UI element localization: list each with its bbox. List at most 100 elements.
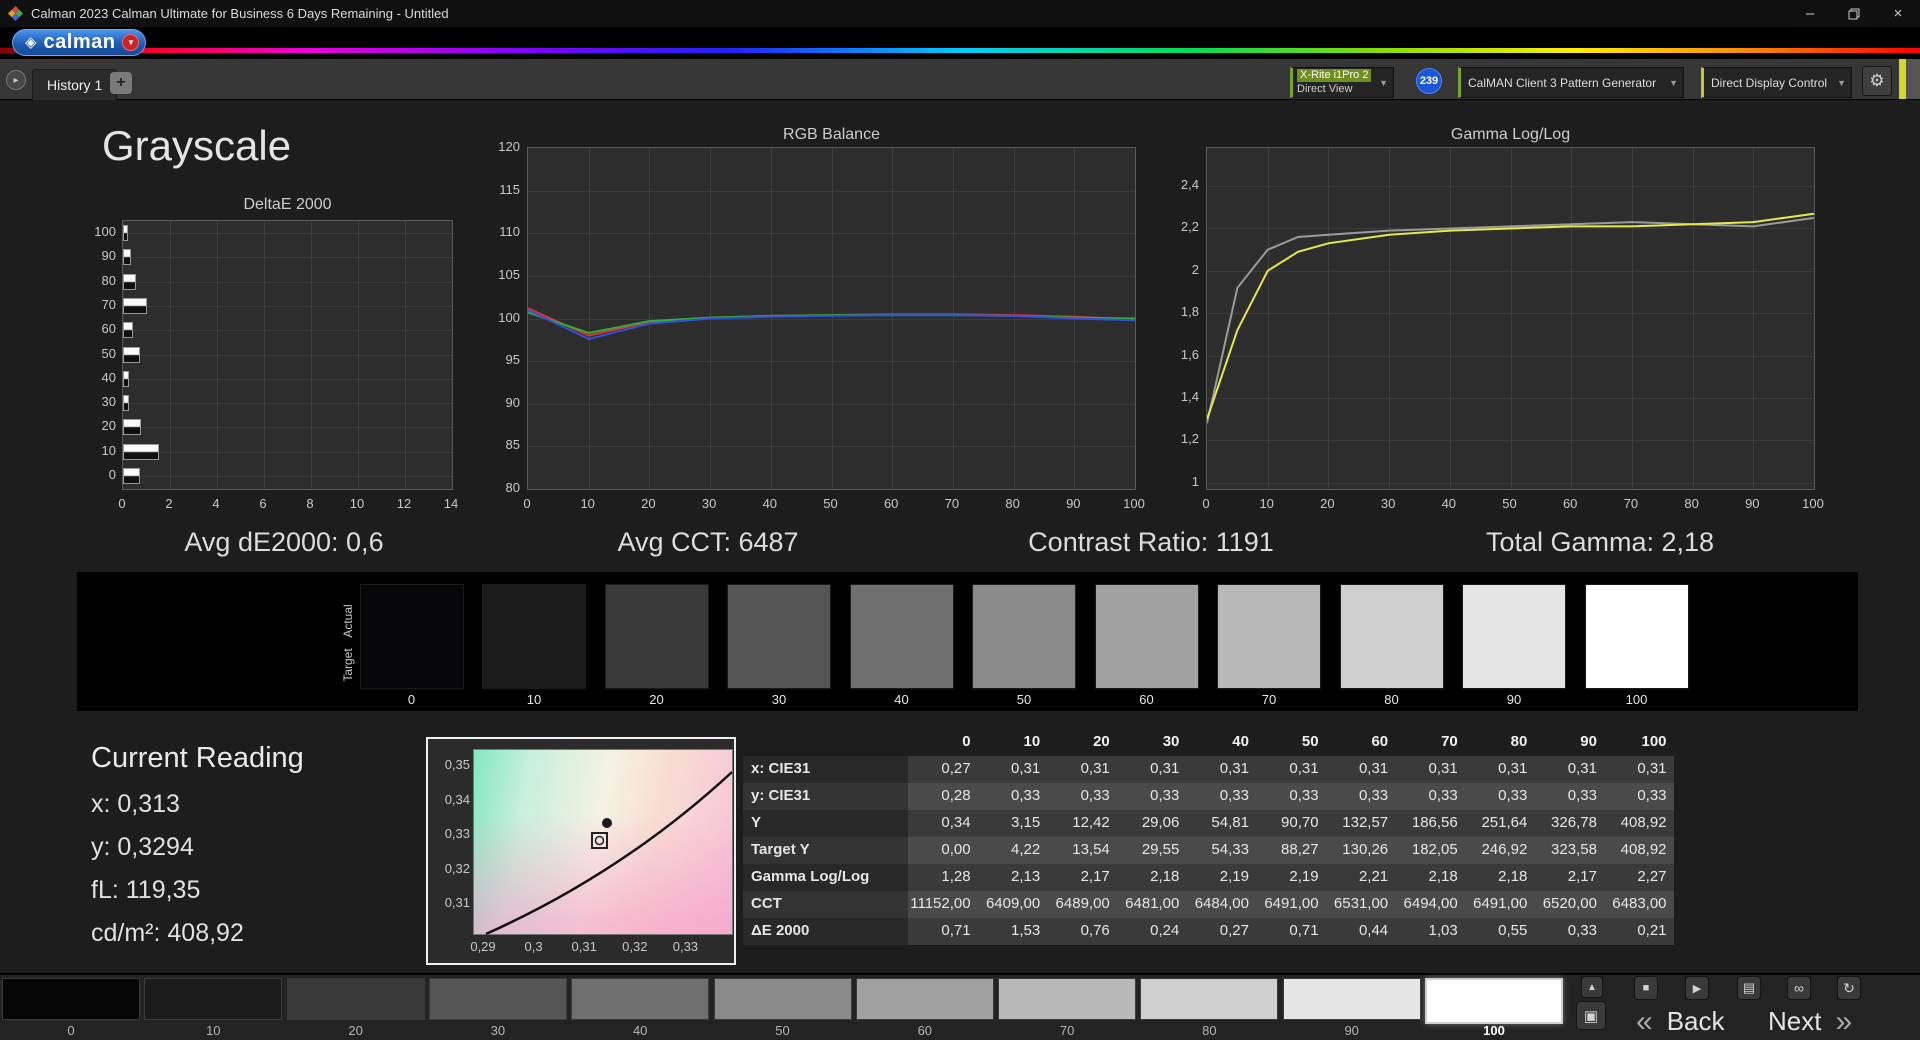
pattern-patch[interactable]: [855, 978, 994, 1020]
gridline: [123, 281, 452, 283]
pattern-patch[interactable]: [2, 978, 140, 1020]
grayscale-swatch: [1339, 584, 1444, 689]
back-button[interactable]: « Back: [1636, 1005, 1725, 1038]
column-header: 20: [1093, 733, 1110, 750]
grayscale-swatch: [849, 584, 954, 689]
column-header: 50: [1301, 733, 1319, 750]
restore-button[interactable]: [1832, 0, 1876, 27]
stat-contrast-ratio: Contrast Ratio: 1191: [1028, 527, 1274, 557]
pattern-patch[interactable]: [428, 978, 567, 1020]
row-label: x: CIE31: [743, 756, 908, 783]
logo-menu-button[interactable]: ▼: [122, 34, 140, 51]
app-window: Calman 2023 Calman Ultimate for Business…: [0, 0, 1920, 1040]
y-tick-label: 1,6: [1180, 346, 1199, 362]
panel-edge[interactable]: [1906, 59, 1920, 99]
chart-title: DeltaE 2000: [243, 196, 332, 213]
swatch-label: 0: [407, 692, 416, 707]
x-tick-label: 0,3: [524, 939, 543, 954]
brand-bar: ◈ calman ▼: [0, 27, 1920, 59]
table-cell: 6531,00: [1325, 891, 1396, 918]
x-tick-label: 0: [1202, 496, 1210, 511]
x-tick-label: 10: [1259, 496, 1274, 511]
meter-name: X-Rite i1Pro 2: [1297, 69, 1372, 82]
table-cell: 4,22: [977, 837, 1048, 864]
add-tab-button[interactable]: +: [110, 72, 132, 94]
pattern-patch[interactable]: [1140, 978, 1279, 1020]
pattern-generator-dropdown[interactable]: CalMAN Client 3 Pattern Generator ▼: [1458, 67, 1684, 98]
page-title: Grayscale: [102, 122, 292, 169]
deltae-bar: [123, 443, 159, 460]
table-header-row: 0 10 20 30 40 50 60 70 80 90 100: [743, 729, 1674, 756]
series-measured-gamma: [1207, 212, 1814, 420]
link-button[interactable]: ∞: [1787, 976, 1811, 1000]
titlebar: Calman 2023 Calman Ultimate for Business…: [0, 0, 1920, 27]
table-row: Y 0,34 3,15 12,42 29,06 54,81 90,70 132,57 186,5…: [743, 810, 1674, 837]
pattern-patch[interactable]: [144, 978, 283, 1020]
y-tick-label: 50: [101, 345, 116, 361]
table-cell: 0,31: [1255, 756, 1326, 783]
pattern-patch[interactable]: [571, 978, 710, 1020]
table-cell: 88,27: [1255, 837, 1326, 864]
pattern-patch[interactable]: [1425, 978, 1563, 1024]
meter-dropdown[interactable]: X-Rite i1Pro 2 Direct View ▼: [1290, 67, 1394, 98]
table-cell: 0,27: [908, 756, 978, 783]
save-icon: ▤: [1742, 980, 1756, 995]
next-button[interactable]: Next »: [1768, 1005, 1852, 1038]
swatch-label: 70: [1261, 692, 1277, 707]
history-nav-button[interactable]: ▸: [6, 70, 26, 90]
table-cell: 54,33: [1186, 837, 1256, 864]
y-tick-label: 0,35: [444, 757, 470, 772]
stop-button[interactable]: ■: [1634, 976, 1658, 1000]
tab-history-1[interactable]: History 1: [32, 69, 118, 100]
deltae-chart: DeltaE 2000 0 2 4 6 8 10 12 14 100 90 80 70 60 50 40 30…: [84, 196, 464, 511]
save-button[interactable]: ▤: [1737, 976, 1761, 1000]
swatch-label: 20: [649, 692, 664, 707]
table-cell: 0,33: [1325, 783, 1396, 810]
table-cell: 0,31: [1325, 756, 1396, 783]
play-button[interactable]: ▶: [1685, 976, 1709, 1000]
table-cell: 182,05: [1395, 837, 1465, 864]
table-cell: 6483,00: [1603, 891, 1674, 918]
pattern-patch[interactable]: [286, 978, 425, 1020]
y-tick-label: 20: [101, 418, 116, 434]
table-cell: 2,18: [1464, 864, 1535, 891]
caret-down-icon: ▼: [127, 38, 135, 47]
grayscale-swatch: [1462, 584, 1566, 689]
table-cell: 0,55: [1464, 918, 1535, 945]
pattern-patch[interactable]: [998, 978, 1137, 1020]
table-cell: 6494,00: [1395, 891, 1465, 918]
close-button[interactable]: ×: [1876, 0, 1920, 27]
pattern-patch-label: 30: [490, 1023, 506, 1038]
table-cell: 12,42: [1047, 810, 1117, 837]
square-window-icon: ▣: [1583, 1007, 1599, 1025]
gridline: [123, 403, 452, 405]
chevron-down-icon: ▼: [1669, 77, 1678, 88]
meter-mode: Direct View: [1297, 83, 1353, 95]
pattern-window-button[interactable]: ▣: [1576, 1001, 1606, 1030]
table-cell: 2,19: [1255, 864, 1326, 891]
gridline: [123, 257, 452, 259]
settings-button[interactable]: ⚙: [1862, 66, 1892, 96]
x-tick-label: 80: [1684, 496, 1699, 511]
minimize-button[interactable]: –: [1788, 0, 1832, 27]
x-tick-label: 2: [165, 496, 173, 511]
pattern-patch[interactable]: [713, 978, 852, 1020]
x-tick-label: 10: [349, 496, 365, 511]
deltae-bar: [123, 273, 136, 290]
x-tick-label: 80: [1005, 496, 1020, 511]
table-cell: 6484,00: [1186, 891, 1256, 918]
refresh-button[interactable]: ↻: [1837, 976, 1861, 1000]
pattern-patch[interactable]: [1282, 978, 1421, 1020]
pattern-patch-label: 60: [917, 1023, 933, 1038]
table-cell: 13,54: [1047, 837, 1117, 864]
x-tick-label: 12: [396, 496, 412, 511]
x-tick-label: 100: [1802, 496, 1824, 511]
calman-logo[interactable]: ◈ calman ▼: [12, 29, 147, 56]
display-control-dropdown[interactable]: Direct Display Control ▼: [1701, 67, 1852, 98]
panel-up-button[interactable]: ▲: [1581, 976, 1603, 998]
y-tick-label: 80: [505, 480, 520, 495]
swatch-label: 80: [1384, 692, 1399, 707]
y-tick-label: 40: [101, 369, 116, 385]
table-cell: 29,06: [1116, 810, 1187, 837]
column-header: 90: [1580, 733, 1597, 750]
